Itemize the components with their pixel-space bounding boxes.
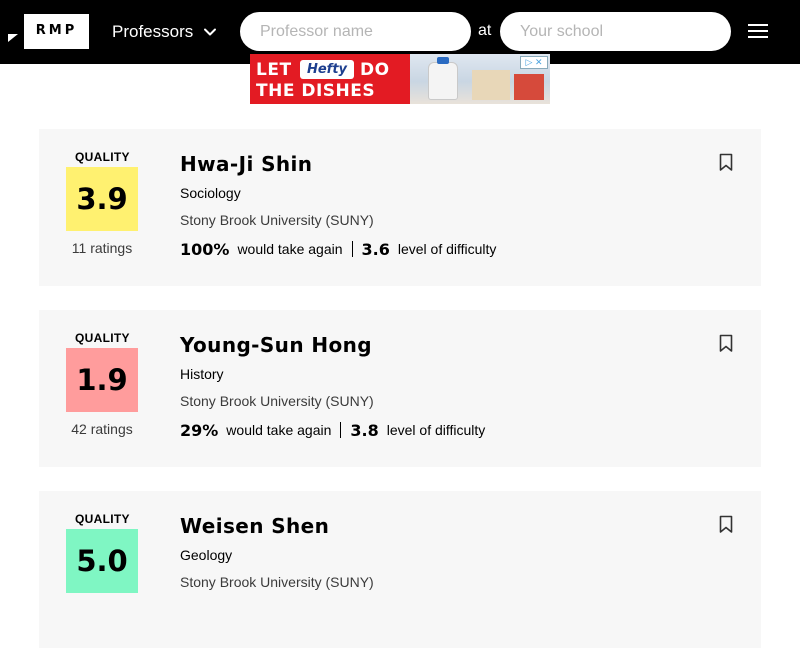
ratings-count: 11 ratings [71,240,133,256]
professor-department: Geology [180,547,233,563]
hamburger-menu-icon[interactable] [748,24,768,40]
ad-banner[interactable]: LET Hefty DO THE DISHES ▷ ✕ [250,54,550,104]
professor-department: History [180,366,224,382]
professor-school: Stony Brook University (SUNY) [180,393,374,409]
professor-stats: 100% would take again 3.6 level of diffi… [180,238,496,260]
professor-name[interactable]: Young-Sun Hong [180,333,372,357]
search-type-label: Professors [112,22,194,41]
ad-product-box-red [514,74,544,100]
bookmark-icon[interactable] [719,334,733,353]
would-take-again-percent: 29% [180,420,219,440]
quality-label: QUALITY [75,512,130,526]
quality-label: QUALITY [75,150,130,164]
search-type-dropdown[interactable]: Professors [112,20,217,44]
ad-brand: Hefty [306,62,348,77]
logo-text: RMP [35,23,78,38]
difficulty-label: level of difficulty [397,241,497,257]
professor-card[interactable]: QUALITY 5.0 Weisen Shen Geology Stony Br… [39,491,761,648]
professor-school: Stony Brook University (SUNY) [180,212,374,228]
rmp-logo[interactable]: RMP [24,14,89,49]
ad-line-1-end: DO [360,60,390,80]
professor-name-input[interactable] [240,12,471,51]
stat-divider [340,422,342,438]
bookmark-icon[interactable] [719,515,733,534]
school-input[interactable] [500,12,731,51]
professor-stats: 29% would take again 3.8 level of diffic… [180,419,485,441]
ad-jug-shape [428,62,458,100]
professor-name[interactable]: Hwa-Ji Shin [180,152,312,176]
professor-department: Sociology [180,185,241,201]
ad-line-1-start: LET [256,60,292,80]
ad-product-box [472,70,510,100]
quality-score-badge: 1.9 [66,348,138,412]
professor-card[interactable]: QUALITY 1.9 42 ratings Young-Sun Hong Hi… [39,310,761,467]
ad-text-panel: LET Hefty DO THE DISHES [250,54,410,104]
quality-score-badge: 5.0 [66,529,138,593]
difficulty-value: 3.8 [350,420,379,440]
ad-choices-icon[interactable]: ▷ ✕ [520,56,548,69]
logo-speech-tail [8,34,18,42]
professor-name[interactable]: Weisen Shen [180,514,329,538]
bookmark-icon[interactable] [719,153,733,172]
quality-score: 1.9 [76,363,128,397]
stat-divider [351,241,353,257]
ad-line-2: THE DISHES [256,81,376,101]
ad-jug-cap [437,57,449,64]
professor-card[interactable]: QUALITY 3.9 11 ratings Hwa-Ji Shin Socio… [39,129,761,286]
quality-score: 5.0 [76,544,128,578]
difficulty-label: level of difficulty [386,422,486,438]
would-take-again-label: would take again [226,422,332,438]
quality-score: 3.9 [76,182,128,216]
chevron-down-icon [204,28,217,36]
professor-school: Stony Brook University (SUNY) [180,574,374,590]
at-label: at [478,22,492,39]
difficulty-value: 3.6 [361,239,390,259]
quality-label: QUALITY [75,331,130,345]
quality-score-badge: 3.9 [66,167,138,231]
ratings-count: 42 ratings [71,421,133,437]
would-take-again-label: would take again [237,241,343,257]
would-take-again-percent: 100% [180,239,230,259]
